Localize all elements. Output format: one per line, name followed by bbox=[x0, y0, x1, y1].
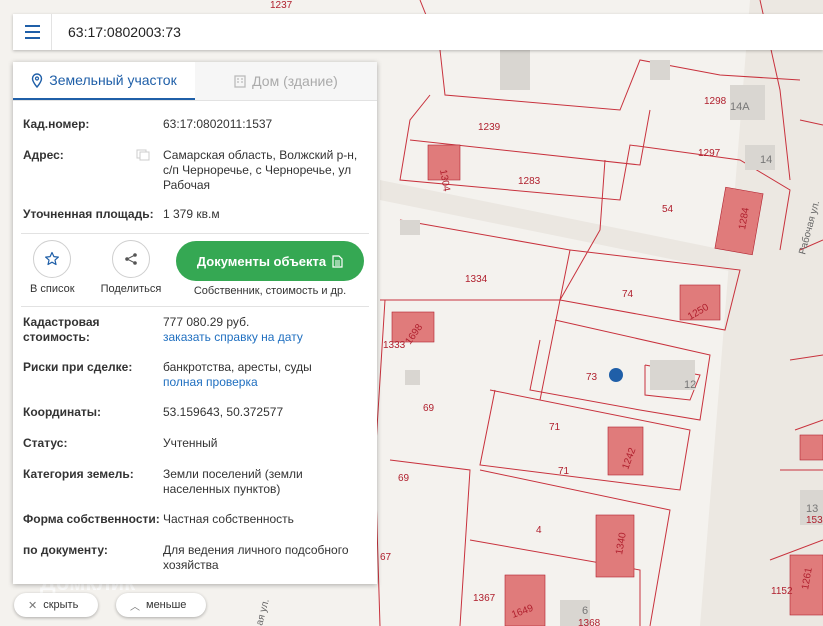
tab-land-plot[interactable]: Земельный участок bbox=[13, 62, 195, 100]
risks-label: Риски при сделке: bbox=[23, 360, 133, 374]
ownership-value: Частная собственность bbox=[163, 512, 294, 526]
cadastral-number-link[interactable]: 63:17:0802011:1537 bbox=[163, 117, 367, 132]
land-category-row: Категория земель: Земли поселений (земли… bbox=[13, 467, 377, 497]
status-label: Статус: bbox=[23, 436, 68, 450]
svg-text:4: 4 bbox=[536, 525, 542, 536]
risks-row: Риски при сделке: банкротства, аресты, с… bbox=[13, 360, 377, 390]
svg-text:1334: 1334 bbox=[465, 274, 488, 285]
object-info-panel: Земельный участок Дом (здание) Кад.номер… bbox=[13, 62, 377, 584]
add-to-list-label: В список bbox=[30, 283, 75, 295]
area-value: 1 379 кв.м bbox=[163, 207, 220, 221]
ownership-row: Форма собственности: Частная собственнос… bbox=[13, 512, 377, 527]
collapse-panel-label: меньше bbox=[146, 599, 187, 611]
star-icon bbox=[33, 240, 72, 278]
map-pin-icon bbox=[32, 72, 43, 88]
object-documents-button[interactable]: Документы объекта bbox=[176, 241, 364, 281]
collapse-panel-button[interactable]: ︿ меньше bbox=[116, 593, 206, 617]
svg-text:1298: 1298 bbox=[704, 96, 727, 107]
svg-text:14А: 14А bbox=[730, 101, 750, 113]
cost-row: Кадастровая стоимость: 777 080.29 руб. з… bbox=[13, 315, 377, 345]
tab-building-label: Дом (здание) bbox=[252, 73, 338, 89]
permitted-use-label: по документу: bbox=[23, 543, 108, 557]
area-label: Уточненная площадь: bbox=[23, 207, 154, 221]
menu-button[interactable] bbox=[13, 14, 52, 50]
order-certificate-link[interactable]: заказать справку на дату bbox=[163, 330, 367, 345]
svg-text:6: 6 bbox=[582, 605, 588, 617]
search-bar bbox=[13, 14, 823, 50]
cadastral-number-row: Кад.номер: 63:17:0802011:1537 bbox=[13, 117, 377, 132]
ownership-label: Форма собственности: bbox=[23, 512, 160, 526]
hamburger-icon bbox=[24, 23, 40, 41]
svg-text:1297: 1297 bbox=[698, 148, 721, 159]
copy-icon[interactable] bbox=[136, 149, 150, 161]
svg-text:74: 74 bbox=[622, 289, 634, 300]
svg-text:13: 13 bbox=[806, 503, 818, 515]
search-input[interactable] bbox=[66, 23, 670, 41]
hide-panel-label: скрыть bbox=[43, 599, 79, 611]
svg-text:1152: 1152 bbox=[771, 586, 793, 597]
cost-label: Кадастровая стоимость: bbox=[23, 315, 100, 344]
address-value: Самарская область, Волжский р-н, с/п Чер… bbox=[163, 148, 358, 192]
building-icon bbox=[234, 74, 246, 88]
status-value: Учтенный bbox=[163, 436, 218, 450]
full-check-link[interactable]: полная проверка bbox=[163, 375, 367, 390]
land-category-value: Земли поселений (земли населенных пункто… bbox=[163, 467, 303, 496]
svg-text:1237: 1237 bbox=[270, 0, 293, 11]
add-to-list-button[interactable]: В список bbox=[30, 240, 75, 295]
svg-text:1239: 1239 bbox=[478, 122, 501, 133]
svg-text:54: 54 bbox=[662, 204, 674, 215]
svg-text:67: 67 bbox=[380, 552, 392, 563]
svg-text:1367: 1367 bbox=[473, 593, 496, 604]
address-row: Адрес: Самарская область, Волжский р-н, … bbox=[13, 148, 377, 193]
area-row: Уточненная площадь: 1 379 кв.м bbox=[13, 207, 377, 222]
svg-text:73: 73 bbox=[586, 372, 598, 383]
svg-text:69: 69 bbox=[423, 403, 435, 414]
address-label: Адрес: bbox=[23, 148, 163, 193]
svg-text:1368: 1368 bbox=[578, 618, 601, 626]
coordinates-row: Координаты: 53.159643, 50.372577 bbox=[13, 405, 377, 420]
coordinates-label: Координаты: bbox=[23, 405, 102, 419]
land-category-label: Категория земель: bbox=[23, 467, 134, 481]
permitted-use-value: Для ведения личного подсобного хозяйства bbox=[163, 543, 349, 572]
svg-text:71: 71 bbox=[558, 466, 570, 477]
tab-building[interactable]: Дом (здание) bbox=[195, 62, 377, 100]
risks-value: банкротства, аресты, суды bbox=[163, 360, 312, 374]
svg-text:69: 69 bbox=[398, 473, 410, 484]
document-icon bbox=[332, 254, 343, 268]
svg-text:71: 71 bbox=[549, 422, 561, 433]
cost-value: 777 080.29 руб. bbox=[163, 315, 250, 329]
svg-text:12: 12 bbox=[684, 379, 696, 391]
cadastral-number-label: Кад.номер: bbox=[23, 117, 90, 131]
permitted-use-row: по документу: Для ведения личного подсоб… bbox=[13, 543, 377, 573]
panel-tabs: Земельный участок Дом (здание) bbox=[13, 62, 377, 101]
coordinates-value: 53.159643, 50.372577 bbox=[163, 405, 284, 419]
share-label: Поделиться bbox=[100, 283, 162, 295]
tab-land-plot-label: Земельный участок bbox=[49, 72, 177, 88]
svg-text:14: 14 bbox=[760, 154, 772, 166]
object-documents-label: Документы объекта bbox=[196, 253, 327, 269]
svg-text:1333: 1333 bbox=[383, 340, 406, 351]
close-icon: ✕ bbox=[28, 599, 38, 612]
status-row: Статус: Учтенный bbox=[13, 436, 377, 451]
share-icon bbox=[111, 240, 150, 278]
object-documents-subtitle: Собственник, стоимость и др. bbox=[193, 285, 347, 297]
svg-text:1536: 1536 bbox=[806, 515, 823, 526]
svg-text:1283: 1283 bbox=[518, 176, 541, 187]
hide-panel-button[interactable]: ✕ скрыть bbox=[14, 593, 98, 617]
share-button[interactable]: Поделиться bbox=[100, 240, 162, 295]
chevron-up-icon: ︿ bbox=[130, 601, 140, 613]
